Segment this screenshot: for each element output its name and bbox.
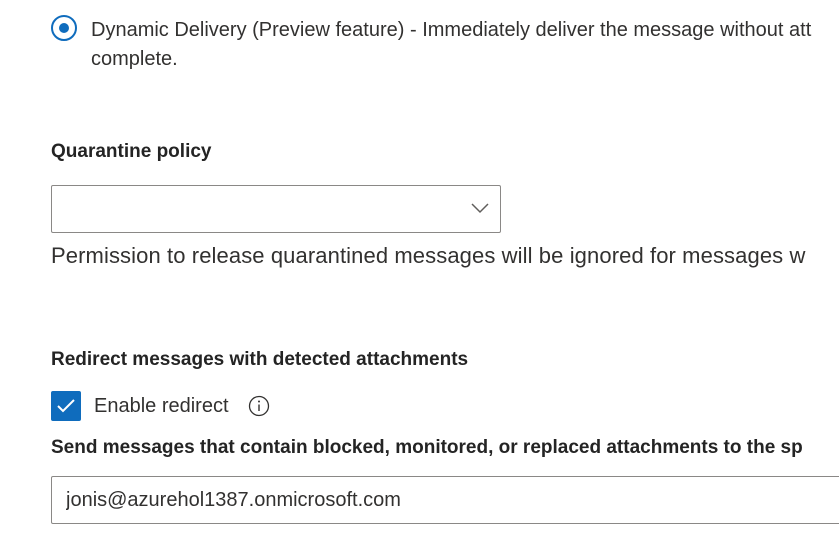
enable-redirect-checkbox[interactable] bbox=[51, 391, 81, 421]
redirect-address-label: Send messages that contain blocked, moni… bbox=[51, 437, 803, 458]
dynamic-delivery-label: Dynamic Delivery (Preview feature) - Imm… bbox=[91, 16, 811, 74]
checkmark-icon bbox=[57, 399, 75, 413]
quarantine-policy-dropdown[interactable] bbox=[51, 185, 501, 233]
radio-dot bbox=[59, 23, 69, 33]
radio-selected-icon[interactable] bbox=[51, 15, 77, 41]
safe-attachments-settings: Dynamic Delivery (Preview feature) - Imm… bbox=[0, 0, 839, 545]
enable-redirect-label[interactable]: Enable redirect bbox=[94, 395, 229, 418]
chevron-down-icon bbox=[471, 203, 489, 214]
dynamic-delivery-label-line1: Dynamic Delivery (Preview feature) - Imm… bbox=[91, 19, 812, 41]
info-icon[interactable] bbox=[248, 395, 270, 417]
quarantine-permission-note: Permission to release quarantined messag… bbox=[51, 243, 806, 268]
redirect-email-input[interactable] bbox=[51, 476, 839, 524]
quarantine-policy-heading: Quarantine policy bbox=[51, 141, 212, 162]
redirect-heading: Redirect messages with detected attachme… bbox=[51, 349, 469, 370]
dynamic-delivery-label-line2: complete. bbox=[91, 48, 178, 70]
